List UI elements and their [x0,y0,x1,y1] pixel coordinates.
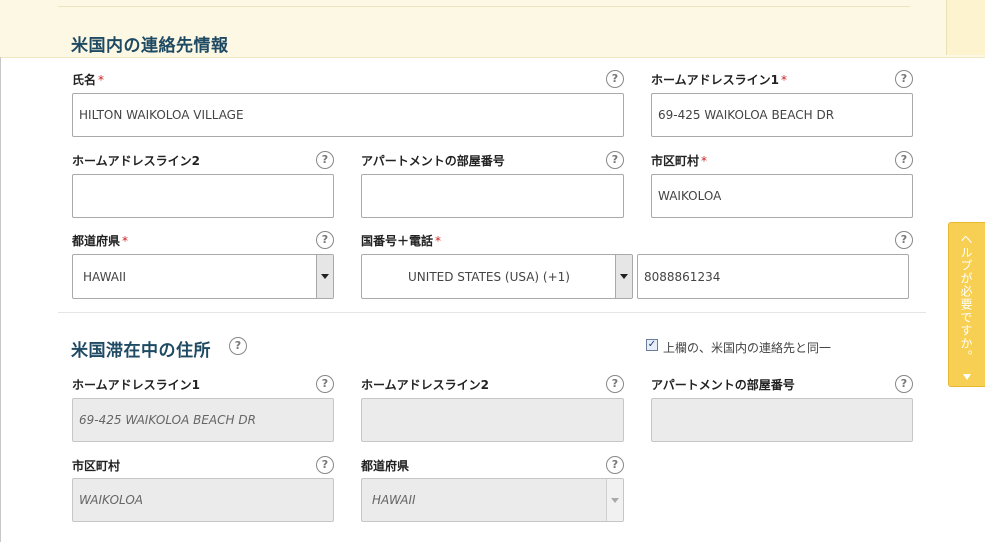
home-address1-input[interactable]: 69-425 WAIKOLOA BEACH DR [651,93,913,137]
country-code-dropdown-arrow-icon[interactable] [615,255,632,298]
state-label: 都道府県 * [72,234,129,248]
country-code-selected-value: UNITED STATES (USA) (+1) [408,269,570,284]
city-help-icon[interactable]: ? [895,151,913,169]
stay-city-label: 市区町村 [72,459,121,473]
state-selected-value: HAWAII [83,269,127,284]
required-mark: * [122,234,129,248]
apartment-label: アパートメントの部屋番号 [361,154,505,168]
stay-state-dropdown-arrow-icon [606,479,623,521]
stay-home-address2-help-icon[interactable]: ? [606,375,624,393]
city-value: WAIKOLOA [658,189,722,203]
phone-help-icon[interactable]: ? [895,231,913,249]
state-help-icon[interactable]: ? [316,231,334,249]
stay-home-address1-label: ホームアドレスライン1 [72,378,200,392]
stay-apartment-label: アパートメントの部屋番号 [651,378,795,392]
top-band-edge [946,0,985,55]
stay-state-selected-value: HAWAII [372,493,416,507]
required-mark: * [701,154,708,168]
stay-state-select: HAWAII [361,478,624,522]
home-address2-input[interactable] [72,174,334,218]
top-band-rule [58,6,910,7]
contact-section-title: 米国内の連絡先情報 [71,36,229,56]
name-label: 氏名 * [72,73,105,87]
address-section-title: 米国滞在中の住所 [71,341,211,361]
phone-number-value: 8088861234 [644,269,721,284]
city-input[interactable]: WAIKOLOA [651,174,913,218]
stay-city-input: WAIKOLOA [72,478,334,522]
stay-city-help-icon[interactable]: ? [316,456,334,474]
name-input[interactable]: HILTON WAIKOLOA VILLAGE [72,93,624,137]
stay-home-address2-input [361,398,624,442]
caret-down-icon [963,374,971,380]
stay-apartment-help-icon[interactable]: ? [895,375,913,393]
apartment-help-icon[interactable]: ? [606,151,624,169]
state-select[interactable]: HAWAII [72,254,334,299]
home-address1-value: 69-425 WAIKOLOA BEACH DR [658,108,835,122]
stay-home-address1-value: 69-425 WAIKOLOA BEACH DR [79,413,256,427]
stay-state-help-icon[interactable]: ? [606,456,624,474]
apartment-input[interactable] [361,174,624,218]
required-mark: * [781,73,787,87]
stay-apartment-input [651,398,913,442]
stay-home-address2-label: ホームアドレスライン2 [361,378,489,392]
help-side-tab[interactable]: ヘルプが必要ですか。 [948,222,985,387]
phone-number-input[interactable]: 8088861234 [637,254,909,299]
name-value: HILTON WAIKOLOA VILLAGE [79,108,244,122]
home-address1-label: ホームアドレスライン1 * [651,73,787,87]
help-side-tab-label: ヘルプが必要ですか。 [959,233,973,363]
left-border [0,57,1,542]
address-section-help-icon[interactable]: ? [229,337,247,355]
required-mark: * [435,234,442,248]
home-address2-label: ホームアドレスライン2 [72,154,200,168]
same-as-above-checkbox[interactable]: ✓ [646,339,658,351]
name-help-icon[interactable]: ? [606,70,624,88]
city-label: 市区町村 * [651,154,708,168]
state-dropdown-arrow-icon[interactable] [316,255,333,298]
home-address1-help-icon[interactable]: ? [895,70,913,88]
required-mark: * [98,73,105,87]
stay-city-value: WAIKOLOA [79,493,143,507]
same-as-above-label[interactable]: 上欄の、米国内の連絡先と同一 [663,339,831,356]
phone-label: 国番号＋電話 * [361,234,442,248]
stay-state-label: 都道府県 [361,459,410,473]
country-code-select[interactable]: UNITED STATES (USA) (+1) [361,254,633,299]
stay-home-address1-input: 69-425 WAIKOLOA BEACH DR [72,398,334,442]
section-divider [58,312,926,313]
stay-home-address1-help-icon[interactable]: ? [316,375,334,393]
home-address2-help-icon[interactable]: ? [316,151,334,169]
